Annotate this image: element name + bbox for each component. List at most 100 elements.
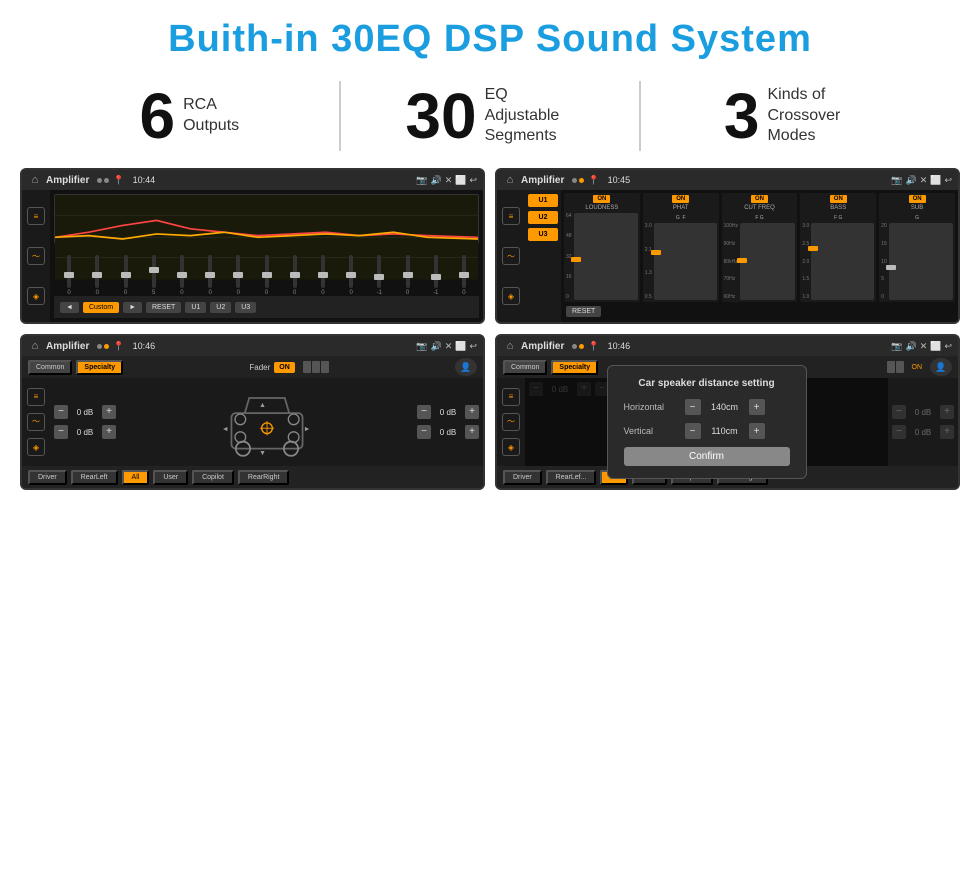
toggle-sub[interactable]: ON bbox=[909, 195, 926, 203]
close-icon: ✕ bbox=[445, 175, 453, 186]
eq-sidebar: ≡ 〜 ◈ bbox=[22, 190, 50, 322]
dist-btn-driver[interactable]: Driver bbox=[503, 470, 542, 485]
svg-text:◄: ◄ bbox=[221, 425, 228, 433]
distance-sidebar-icon-2[interactable]: 〜 bbox=[502, 413, 520, 431]
dialog-horizontal-ctrl: − 140cm + bbox=[685, 399, 765, 415]
dist-side-db-2: − 0 dB + bbox=[892, 425, 954, 439]
dialog-vertical-label: Vertical bbox=[624, 426, 679, 436]
distance-dot-1 bbox=[572, 344, 577, 349]
db-plus-1[interactable]: + bbox=[102, 405, 116, 419]
fader-status-dots bbox=[97, 344, 109, 349]
preset-u3[interactable]: U3 bbox=[528, 228, 558, 241]
crossover-sidebar-icon-1[interactable]: ≡ bbox=[502, 207, 520, 225]
slider-loudness[interactable] bbox=[574, 213, 638, 300]
dialog-vertical-plus[interactable]: + bbox=[749, 423, 765, 439]
dist-side-plus-1: + bbox=[940, 405, 954, 419]
distance-sidebar-icon-1[interactable]: ≡ bbox=[502, 388, 520, 406]
distance-camera-icon: 📷 bbox=[891, 341, 902, 352]
eq-u2-btn[interactable]: U2 bbox=[210, 302, 231, 313]
eq-bottom-bar: ◄ Custom ► RESET U1 U2 U3 bbox=[54, 296, 479, 318]
eq-u1-btn[interactable]: U1 bbox=[185, 302, 206, 313]
eq-prev-btn[interactable]: ◄ bbox=[60, 302, 79, 313]
fader-status-bar: ⌂ Amplifier 📍 10:46 📷 🔊 ✕ ⬜ ↩ bbox=[22, 336, 483, 356]
fader-tab-common[interactable]: Common bbox=[28, 360, 72, 375]
fader-body: ≡ 〜 ◈ − 0 dB + − 0 dB + bbox=[22, 378, 483, 466]
channel-bass: ON BASS F G 3.02.52.01.51.0 bbox=[800, 193, 876, 302]
db-plus-4[interactable]: + bbox=[465, 425, 479, 439]
db-minus-1[interactable]: − bbox=[54, 405, 68, 419]
crossover-reset-btn[interactable]: RESET bbox=[566, 306, 601, 317]
eq-sidebar-icon-2[interactable]: 〜 bbox=[27, 247, 45, 265]
channel-sub: ON SUB G 20151050 bbox=[879, 193, 955, 302]
eq-u3-btn[interactable]: U3 bbox=[235, 302, 256, 313]
db-minus-2[interactable]: − bbox=[54, 425, 68, 439]
fader-camera-icon: 📷 bbox=[416, 341, 427, 352]
fader-bottom-bar: Driver RearLeft All User Copilot RearRig… bbox=[22, 466, 483, 488]
distance-home-icon[interactable]: ⌂ bbox=[503, 339, 517, 353]
eq-sidebar-icon-3[interactable]: ◈ bbox=[27, 287, 45, 305]
btn-driver[interactable]: Driver bbox=[28, 470, 67, 485]
fader-sidebar-icon-1[interactable]: ≡ bbox=[27, 388, 45, 406]
btn-rearright[interactable]: RearRight bbox=[238, 470, 290, 485]
eq-custom-btn[interactable]: Custom bbox=[83, 302, 119, 313]
dialog-horizontal-minus[interactable]: − bbox=[685, 399, 701, 415]
db-plus-3[interactable]: + bbox=[465, 405, 479, 419]
slider-bass[interactable] bbox=[811, 223, 874, 300]
db-minus-4[interactable]: − bbox=[417, 425, 431, 439]
eq-status-bar: ⌂ Amplifier 📍 10:44 📷 🔊 ✕ ⬜ ↩ bbox=[22, 170, 483, 190]
home-icon[interactable]: ⌂ bbox=[28, 173, 42, 187]
btn-copilot[interactable]: Copilot bbox=[192, 470, 234, 485]
preset-u1[interactable]: U1 bbox=[528, 194, 558, 207]
crossover-window-icon: ⬜ bbox=[930, 175, 941, 186]
toggle-bass[interactable]: ON bbox=[830, 195, 847, 203]
screens-grid: ⌂ Amplifier 📍 10:44 📷 🔊 ✕ ⬜ ↩ ≡ 〜 ◈ bbox=[0, 163, 980, 500]
db-plus-2[interactable]: + bbox=[102, 425, 116, 439]
fader-dot-2 bbox=[104, 344, 109, 349]
dist-btn-rearleft[interactable]: RearLef... bbox=[546, 470, 597, 485]
distance-body: ≡ 〜 ◈ − 0 dB + − bbox=[497, 378, 958, 466]
btn-rearleft[interactable]: RearLeft bbox=[71, 470, 118, 485]
distance-volume-icon: 🔊 bbox=[905, 341, 916, 352]
stat-crossover: 3 Kinds of Crossover Modes bbox=[661, 84, 920, 148]
fader-toggle[interactable]: ON bbox=[274, 362, 295, 373]
slider-phat[interactable] bbox=[654, 223, 717, 300]
channel-phat: ON PHAT G F 3.02.11.30.5 bbox=[643, 193, 719, 302]
fader-sidebar-icon-3[interactable]: ◈ bbox=[27, 438, 45, 456]
eq-reset-btn[interactable]: RESET bbox=[146, 302, 181, 313]
toggle-cutfreq[interactable]: ON bbox=[751, 195, 768, 203]
db-val-3: 0 dB bbox=[434, 408, 462, 417]
dialog-horizontal-plus[interactable]: + bbox=[749, 399, 765, 415]
crossover-screen: ⌂ Amplifier 📍 10:45 📷 🔊 ✕ ⬜ ↩ ≡ 〜 ◈ bbox=[495, 168, 960, 324]
preset-u2[interactable]: U2 bbox=[528, 211, 558, 224]
fader-home-icon[interactable]: ⌂ bbox=[28, 339, 42, 353]
fader-sidebar: ≡ 〜 ◈ bbox=[22, 378, 50, 466]
eq-play-btn[interactable]: ► bbox=[123, 302, 142, 313]
fader-sidebar-icon-2[interactable]: 〜 bbox=[27, 413, 45, 431]
car-svg: ▲ ▼ ◄ ► bbox=[217, 382, 317, 462]
db-minus-3[interactable]: − bbox=[417, 405, 431, 419]
stat-divider-2 bbox=[639, 81, 641, 151]
channel-name-phat: PHAT bbox=[673, 205, 689, 211]
toggle-phat[interactable]: ON bbox=[672, 195, 689, 203]
slider-cutfreq[interactable] bbox=[740, 223, 795, 300]
distance-sidebar-icon-3[interactable]: ◈ bbox=[502, 438, 520, 456]
distance-tab-common[interactable]: Common bbox=[503, 360, 547, 375]
fader-tab-specialty[interactable]: Specialty bbox=[76, 360, 123, 375]
crossover-close-icon: ✕ bbox=[920, 175, 928, 186]
dialog-confirm-btn[interactable]: Confirm bbox=[624, 447, 790, 466]
crossover-home-icon[interactable]: ⌂ bbox=[503, 173, 517, 187]
btn-all[interactable]: All bbox=[122, 470, 150, 485]
distance-tab-specialty[interactable]: Specialty bbox=[551, 360, 598, 375]
crossover-sidebar-icon-3[interactable]: ◈ bbox=[502, 287, 520, 305]
toggle-loudness[interactable]: ON bbox=[593, 195, 610, 203]
slider-sub[interactable] bbox=[889, 223, 953, 300]
channel-loudness: ON LOUDNESS 644832160 bbox=[564, 193, 640, 302]
dialog-vertical-minus[interactable]: − bbox=[685, 423, 701, 439]
distance-dialog: Car speaker distance setting Horizontal … bbox=[607, 365, 807, 479]
crossover-sidebar-icon-2[interactable]: 〜 bbox=[502, 247, 520, 265]
dialog-overlay: Car speaker distance setting Horizontal … bbox=[525, 378, 888, 466]
eq-sidebar-icon-1[interactable]: ≡ bbox=[27, 207, 45, 225]
distance-content: Common Specialty ON 👤 ≡ 〜 ◈ bbox=[497, 356, 958, 488]
channel-name-loudness: LOUDNESS bbox=[585, 205, 618, 211]
btn-user[interactable]: User bbox=[153, 470, 188, 485]
